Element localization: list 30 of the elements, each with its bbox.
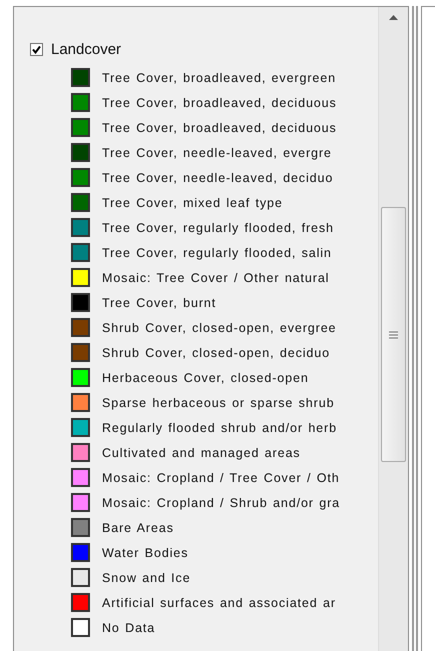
legend-label: Cultivated and managed areas <box>102 446 300 460</box>
legend-label: Tree Cover, broadleaved, deciduous <box>102 96 337 110</box>
legend-label: No Data <box>102 620 156 634</box>
splitter[interactable] <box>409 6 421 651</box>
legend-label: Bare Areas <box>102 520 174 534</box>
legend-label: Regularly flooded shrub and/or herb <box>102 420 337 434</box>
legend-label: Tree Cover, broadleaved, deciduous <box>102 120 337 134</box>
grip-icon <box>389 330 398 338</box>
legend-label: Tree Cover, mixed leaf type <box>102 196 283 210</box>
legend-label: Mosaic: Tree Cover / Other natural <box>102 270 330 284</box>
layer-label: Landcover <box>51 40 122 58</box>
legend-label: Tree Cover, needle-leaved, deciduo <box>102 170 334 184</box>
legend-label: Artificial surfaces and associated ar <box>102 596 336 610</box>
legend-label: Shrub Cover, closed-open, deciduo <box>102 346 330 360</box>
scrollbar[interactable] <box>378 7 408 651</box>
legend-label: Snow and Ice <box>102 570 191 584</box>
legend-label: Tree Cover, needle-leaved, evergre <box>102 146 332 160</box>
legend-label: Herbaceous Cover, closed-open <box>102 370 309 384</box>
legend-label: Water Bodies <box>102 546 188 560</box>
legend-label: Tree Cover, regularly flooded, fresh <box>102 220 334 234</box>
legend-label: Mosaic: Cropland / Shrub and/or gra <box>102 496 340 510</box>
legend-label: Shrub Cover, closed-open, evergree <box>102 320 336 334</box>
legend-label: Mosaic: Cropland / Tree Cover / Oth <box>102 470 340 484</box>
legend-label: Tree Cover, burnt <box>102 296 216 310</box>
scroll-up-icon[interactable] <box>389 15 398 20</box>
legend-label: Sparse herbaceous or sparse shrub <box>102 396 334 410</box>
legend-label: Tree Cover, regularly flooded, salin <box>102 246 332 260</box>
legend-label: Tree Cover, broadleaved, evergreen <box>102 70 336 84</box>
layer-checkbox[interactable] <box>30 42 43 56</box>
scrollbar-thumb[interactable] <box>381 207 406 462</box>
